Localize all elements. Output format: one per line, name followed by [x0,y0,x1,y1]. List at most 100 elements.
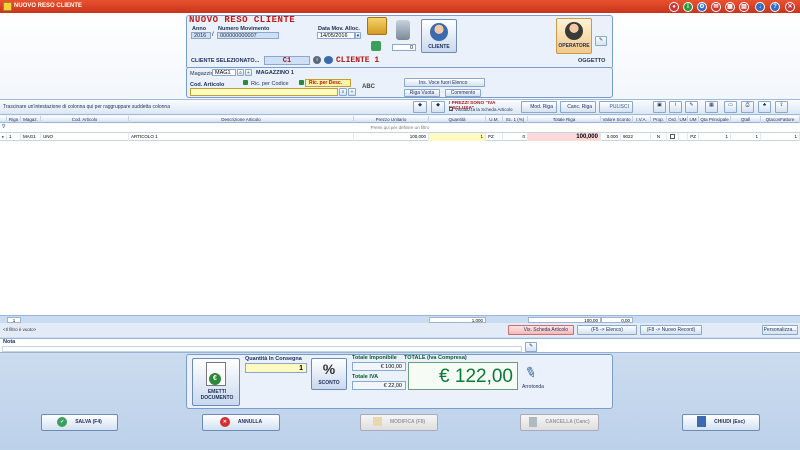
grid-tool-icon[interactable]: ✎ [685,101,698,113]
operatore-button[interactable]: OPERATORE [556,18,592,54]
tool-icon-1[interactable]: ◆ [413,101,427,113]
cancella-button[interactable]: CANCELLA (Canc) [520,414,599,431]
cell-qtacon: 1 [761,133,800,141]
nota-input[interactable] [2,346,522,352]
col-sconto[interactable]: Sc. 1 (%) [503,116,528,123]
articolo-add-icon[interactable]: + [348,88,356,96]
anno-field[interactable]: 2016 [191,32,211,39]
print-icon[interactable]: ⎙ [741,101,754,113]
operator-icon [565,22,583,40]
cliente-info-icon[interactable]: i [313,56,321,64]
personalizza-button[interactable]: Personalizza... [762,325,798,335]
col-riga[interactable]: Riga [7,116,21,123]
arrotonda-label[interactable]: Arrotonda [522,384,544,390]
download-icon[interactable]: ↓ [755,2,765,12]
calendar-dropdown-icon[interactable]: ▾ [355,32,361,39]
folder-icon[interactable] [367,17,387,35]
cod-articolo-input[interactable] [190,88,338,96]
col-qtall[interactable]: Qtall [731,116,761,123]
chiudi-button[interactable]: CHIUDI (Esc) [682,414,760,431]
data-field[interactable]: 14/05/2016 [317,32,355,39]
recycle-icon[interactable] [371,41,381,51]
col-prop[interactable]: Prop. [651,116,667,123]
qta-consegna-field[interactable]: 1 [245,363,307,373]
cliente-user-icon [324,56,333,64]
col-magaz[interactable]: Magaz. [21,116,41,123]
col-qta-principale[interactable]: Qta Principale [699,116,731,123]
f5-elenco-label: (F5 -> Elenco) [591,327,623,333]
col-um2[interactable]: UM [679,116,688,123]
tree-icon[interactable]: ♣ [758,101,771,113]
vis-scheda-button[interactable]: Vis. Scheda Articolo [508,325,574,335]
col-descrizione[interactable]: Descrizione Articolo [129,116,354,123]
totals-row: 1 1,000 100,00 0,00 [0,315,800,323]
totale-value: € 122,00 [408,362,518,390]
ord-checkbox[interactable] [670,134,675,139]
ric-codice-option[interactable]: Ric. per Codice [251,81,289,87]
calculator-icon[interactable]: ▤ [739,2,749,12]
window-title: NUOVO RESO CLIENTE [14,3,83,9]
cell-qta[interactable]: 1 [429,133,486,141]
col-valore-sconto[interactable]: Valore Sconto [601,116,633,123]
table-row[interactable]: ▸ 1 MAG1 UNO ARTICOLO 1 100,000 1 PZ 0 1… [0,133,800,141]
mod-riga-button[interactable]: Mod. Riga [521,101,557,113]
excel-icon[interactable]: ▦ [705,101,718,113]
nota-edit-icon[interactable]: ✎ [525,342,537,352]
magazzino-code-field[interactable]: MAG1 [212,69,236,76]
attachment-icon[interactable] [396,20,410,40]
f8-nuovo-label: (F8 -> Nuovo Record) [646,327,696,333]
col-iva[interactable]: I.V.A. [633,116,651,123]
col-qtacon[interactable]: QtaconFattore [761,116,800,123]
riga-vuota-button[interactable]: Riga Vuota [404,89,440,97]
sconto-label: SCONTO [318,380,340,386]
grid-info-icon[interactable]: i [669,101,682,113]
sconto-button[interactable]: % SCONTO [311,358,347,390]
ins-voce-button[interactable]: Ins. Voce fuori Elenco [404,78,485,87]
col-prezzo[interactable]: Prezzo Unitario [354,116,429,123]
cliente-button[interactable]: CLIENTE [421,19,457,53]
pulisci-button[interactable]: PULISCI [599,101,633,113]
f8-nuovo-button[interactable]: (F8 -> Nuovo Record) [640,325,702,335]
abc-icon[interactable]: ABC [362,84,375,90]
col-um[interactable]: U.M. [486,116,503,123]
info-icon[interactable]: i [683,2,693,12]
col-quantita[interactable]: Quantità [429,116,486,123]
emetti-documento-button[interactable]: € EMETTI DOCUMENTO [192,358,240,406]
trash-icon [529,416,538,427]
col-ord[interactable]: Ord. [667,116,679,123]
oggetto-label: OGGETTO [578,58,606,64]
magazzino-name: MAGAZZINO 1 [256,70,294,76]
cell-ord[interactable] [667,133,679,141]
cell-qtall: 1 [731,133,761,141]
save-grid-icon[interactable]: ▣ [653,101,666,113]
col-cod-articolo[interactable]: Cod. Articolo [41,116,129,123]
help-icon[interactable]: ? [770,2,780,12]
pulisci-label: PULISCI [609,104,629,110]
separator-slash: / [212,32,214,38]
mail-icon[interactable]: ✉ [711,2,721,12]
tool-icon[interactable]: ● [669,2,679,12]
edit-operator-icon[interactable]: ✎ [595,36,607,46]
export-icon[interactable]: ⇪ [775,101,788,113]
magazzino-search-icon[interactable]: ⌕ [237,69,244,76]
monitor-icon[interactable]: ▭ [724,101,737,113]
modifica-button[interactable]: MODIFICA (F8) [360,414,438,431]
ric-desc-option[interactable]: Ric. per Desc. [305,79,351,87]
numero-field[interactable]: 000000000007 [217,32,279,39]
filter-row[interactable]: ∇ Premi qui per definire un filtro [0,123,800,133]
magazzino-add-icon[interactable]: + [245,69,252,76]
commento-button[interactable]: Commento [445,89,481,97]
tool-icon-2[interactable]: ◆ [431,101,445,113]
salva-button[interactable]: ✓ SALVA (F4) [41,414,118,431]
f5-elenco-button[interactable]: (F5 -> Elenco) [577,325,637,335]
calendar-icon[interactable]: ▦ [725,2,735,12]
mod-riga-label: Mod. Riga [530,104,553,110]
col-um3[interactable]: UM [688,116,699,123]
col-totale-riga[interactable]: Totale Riga [528,116,601,123]
close-window-icon[interactable]: ✕ [785,2,795,12]
usa-scheda-checkbox[interactable]: ✓ [449,107,453,112]
articolo-search-icon[interactable]: ⌕ [339,88,347,96]
annulla-button[interactable]: ✕ ANNULLA [202,414,280,431]
canc-riga-button[interactable]: Canc. Riga [560,101,596,113]
gear-icon[interactable]: ⚙ [697,2,707,12]
